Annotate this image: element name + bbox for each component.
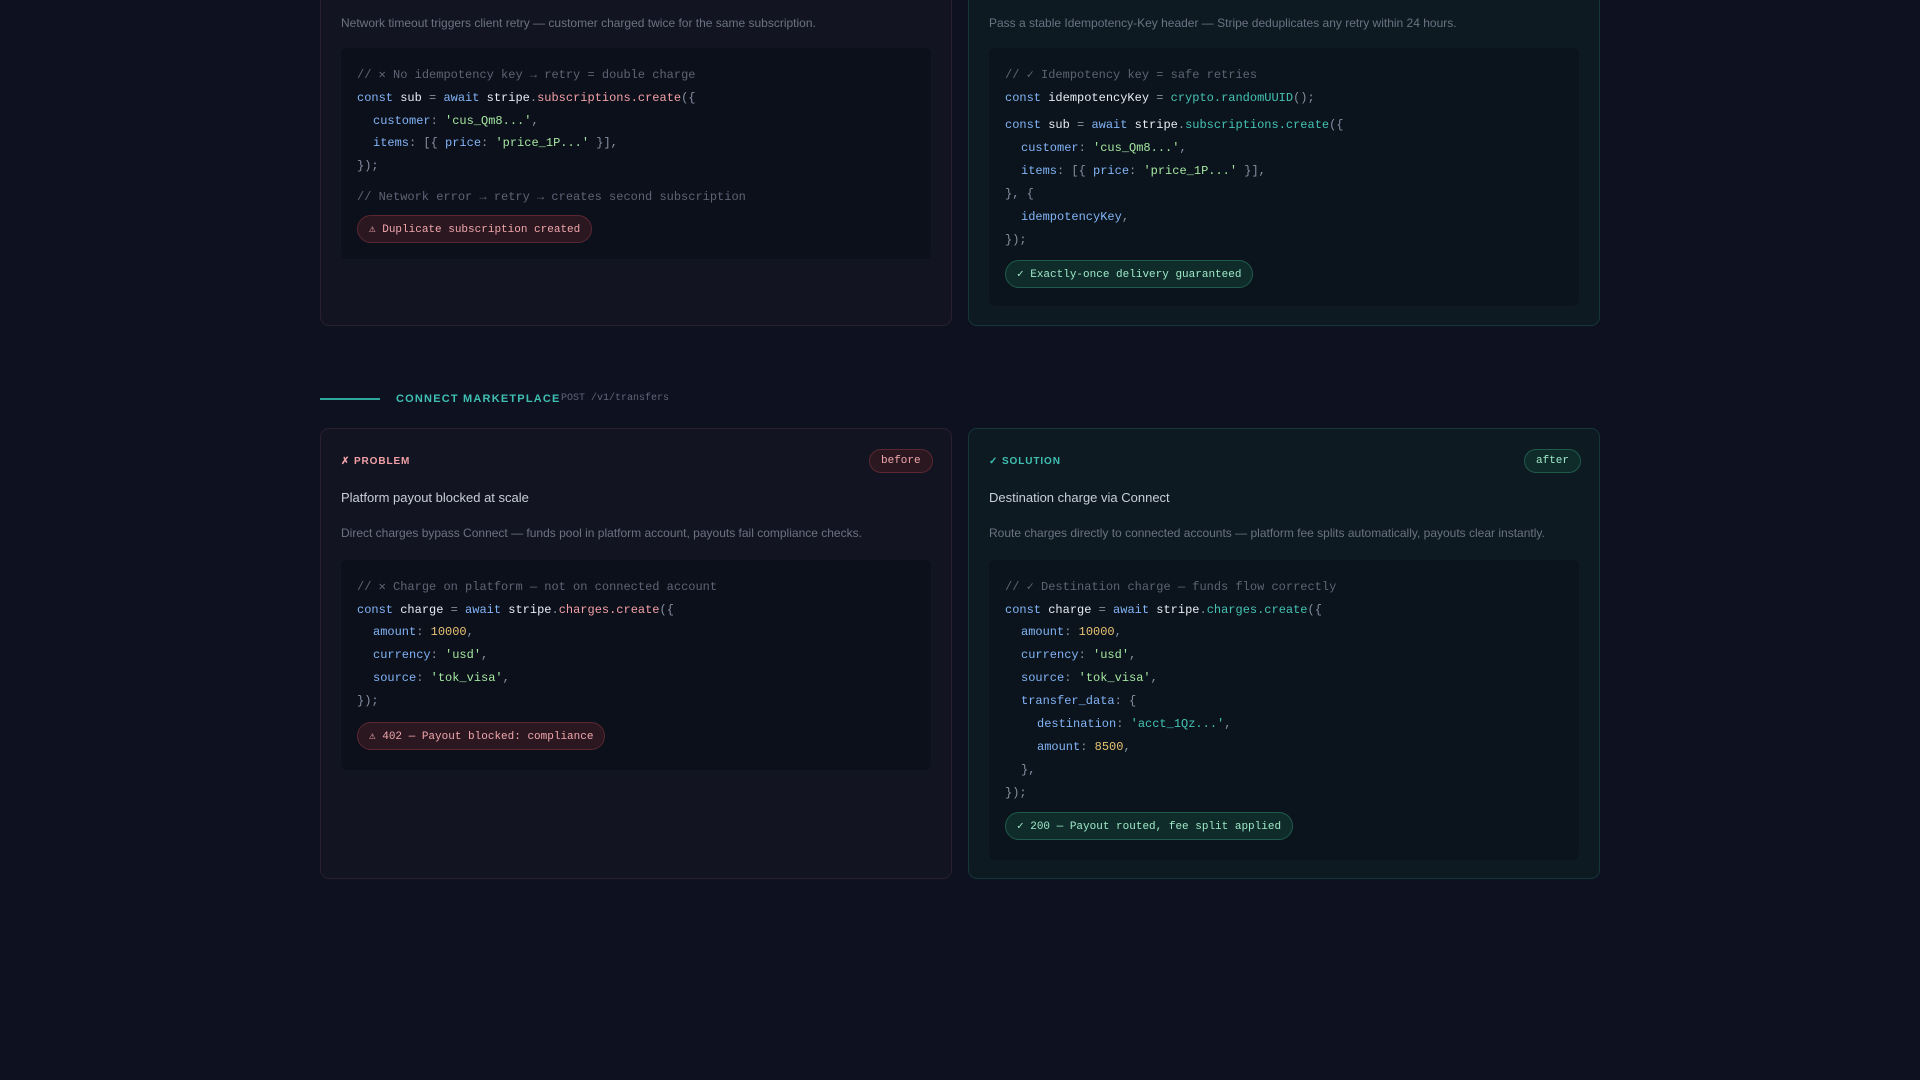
code-line: }, { xyxy=(1005,187,1034,201)
problem-description-top: Network timeout triggers client retry — … xyxy=(341,16,816,30)
code-line: source: 'tok_visa', xyxy=(1021,671,1158,685)
after-badge: after xyxy=(1524,449,1582,473)
code-line: const sub = await stripe.subscriptions.c… xyxy=(357,91,696,105)
status-badge-solution-top: ✓ Exactly-once delivery guaranteed xyxy=(1005,260,1254,288)
code-line: amount: 10000, xyxy=(373,625,474,639)
code-comment: // ✕ Charge on platform — not on connect… xyxy=(357,580,718,594)
code-line: const idempotencyKey = crypto.randomUUID… xyxy=(1005,91,1315,105)
code-line: currency: 'usd', xyxy=(373,648,489,662)
code-line: }); xyxy=(1005,786,1027,800)
code-line: idempotencyKey, xyxy=(1021,210,1130,224)
solution-label: ✓ SOLUTION xyxy=(989,456,1061,467)
code-line: amount: 8500, xyxy=(1037,740,1131,754)
code-line: }); xyxy=(357,159,379,173)
code-line: }); xyxy=(357,694,379,708)
problem-description: Direct charges bypass Connect — funds po… xyxy=(341,526,862,540)
section-endpoint: POST /v1/transfers xyxy=(561,393,670,404)
status-badge-problem-top: ⚠ Duplicate subscription created xyxy=(357,215,593,243)
code-line: customer: 'cus_Qm8...', xyxy=(373,114,539,128)
section-title: CONNECT MARKETPLACE xyxy=(396,393,561,405)
code-comment: // ✓ Idempotency key = safe retries xyxy=(1005,68,1258,82)
code-line: const charge = await stripe.charges.crea… xyxy=(357,603,674,617)
code-line: source: 'tok_visa', xyxy=(373,671,510,685)
before-badge: before xyxy=(869,449,933,473)
problem-label: ✗ PROBLEM xyxy=(341,456,411,467)
code-line: const sub = await stripe.subscriptions.c… xyxy=(1005,118,1344,132)
code-comment: // ✕ No idempotency key → retry = double… xyxy=(357,68,696,82)
code-line: items: [{ price: 'price_1P...' }], xyxy=(373,136,618,150)
code-line: currency: 'usd', xyxy=(1021,648,1137,662)
code-comment: // Network error → retry → creates secon… xyxy=(357,190,746,204)
code-line: }); xyxy=(1005,233,1027,247)
solution-description-top: Pass a stable Idempotency-Key header — S… xyxy=(989,16,1457,30)
code-line: destination: 'acct_1Qz...', xyxy=(1037,717,1232,731)
code-line: amount: 10000, xyxy=(1021,625,1122,639)
section-accent-line xyxy=(320,398,380,400)
status-badge-problem: ⚠ 402 — Payout blocked: compliance xyxy=(357,722,606,750)
code-line: transfer_data: { xyxy=(1021,694,1137,708)
code-line: }, xyxy=(1021,763,1036,777)
solution-title: Destination charge via Connect xyxy=(989,490,1170,505)
code-line: items: [{ price: 'price_1P...' }], xyxy=(1021,164,1266,178)
code-comment: // ✓ Destination charge — funds flow cor… xyxy=(1005,580,1337,594)
solution-description: Route charges directly to connected acco… xyxy=(989,526,1545,540)
code-line: customer: 'cus_Qm8...', xyxy=(1021,141,1187,155)
problem-title: Platform payout blocked at scale xyxy=(341,490,529,505)
status-badge-solution: ✓ 200 — Payout routed, fee split applied xyxy=(1005,812,1294,840)
code-line: const charge = await stripe.charges.crea… xyxy=(1005,603,1322,617)
